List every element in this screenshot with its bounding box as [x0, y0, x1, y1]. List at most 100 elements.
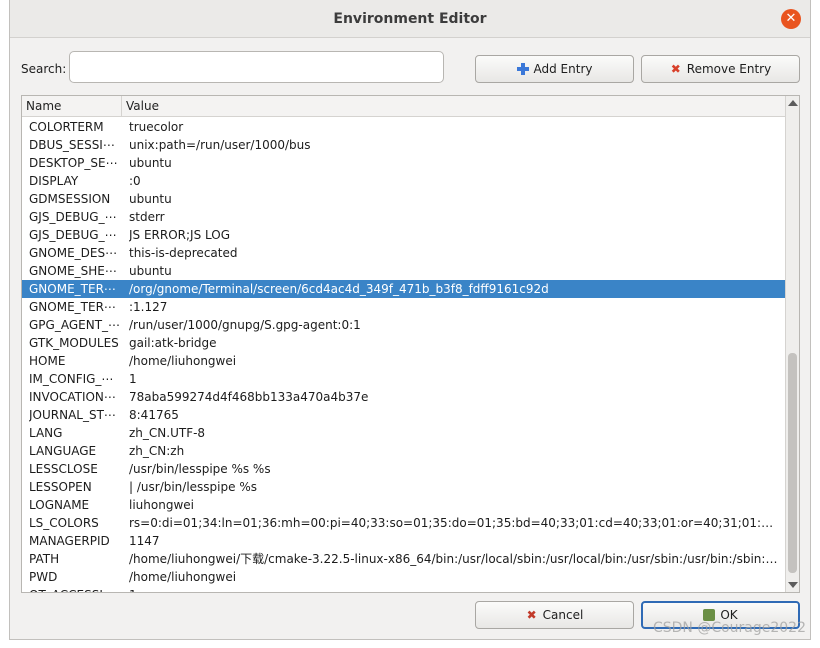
row-name-cell: LS_COLORS — [29, 516, 99, 530]
cancel-label: Cancel — [542, 608, 584, 622]
row-value-cell: JS ERROR;JS LOG — [129, 228, 231, 242]
plus-icon — [516, 63, 529, 75]
search-input[interactable] — [69, 51, 444, 83]
cancel-icon: ✖ — [526, 608, 537, 622]
row-value-cell: zh_CN:zh — [129, 444, 185, 458]
table-row[interactable]: DESKTOP_SE⋯ ubuntu — [22, 154, 785, 172]
row-name-cell: GNOME_SHE⋯ — [29, 264, 117, 278]
row-value-cell: /usr/bin/lesspipe %s %s — [129, 462, 271, 476]
table-row[interactable]: INVOCATION⋯ 78aba599274d4f468bb133a470a4b… — [22, 388, 785, 406]
close-icon: ✕ — [785, 11, 797, 26]
vertical-scrollbar[interactable] — [785, 96, 799, 592]
row-value-cell: liuhongwei — [129, 498, 194, 512]
row-name-cell: DISPLAY — [29, 174, 79, 188]
table-row[interactable]: COLORTERM truecolor — [22, 118, 785, 136]
table-body: COLORTERM truecolor DBUS_SESSI⋯ unix:path=/… — [22, 118, 785, 592]
table-row[interactable]: MANAGERPID 1147 — [22, 532, 785, 550]
row-name-cell: GNOME_TER⋯ — [29, 282, 116, 296]
cancel-button[interactable]: ✖ Cancel — [475, 601, 634, 629]
table-row[interactable]: GPG_AGENT_⋯ /run/user/1000/gnupg/S.gpg-ag… — [22, 316, 785, 334]
remove-entry-button[interactable]: ✖ Remove Entry — [641, 55, 800, 83]
table-row[interactable]: LS_COLORS rs=0:di=01;34:ln=01;36:mh=00:pi… — [22, 514, 785, 532]
row-value-cell: :0 — [129, 174, 141, 188]
row-name-cell: LESSOPEN — [29, 480, 92, 494]
table-row[interactable]: GNOME_TER⋯ /org/gnome/Terminal/screen/6cd… — [22, 280, 785, 298]
remove-entry-label: Remove Entry — [686, 62, 772, 76]
table-row[interactable]: GNOME_DES⋯ this-is-deprecated — [22, 244, 785, 262]
table-row[interactable]: LANG zh_CN.UTF-8 — [22, 424, 785, 442]
row-name-cell: GTK_MODULES — [29, 336, 119, 350]
table-row[interactable]: GJS_DEBUG_⋯ stderr — [22, 208, 785, 226]
table-row[interactable]: LESSOPEN | /usr/bin/lesspipe %s — [22, 478, 785, 496]
table-row[interactable]: GTK_MODULES gail:atk-bridge — [22, 334, 785, 352]
row-value-cell: | /usr/bin/lesspipe %s — [129, 480, 257, 494]
row-name-cell: INVOCATION⋯ — [29, 390, 116, 404]
row-value-cell: gail:atk-bridge — [129, 336, 217, 350]
row-name-cell: LANGUAGE — [29, 444, 97, 458]
close-button[interactable]: ✕ — [781, 9, 801, 29]
row-value-cell: 8:41765 — [129, 408, 179, 422]
table-row[interactable]: HOME/home/liuhongwei — [22, 352, 785, 370]
row-value-cell: 1147 — [129, 534, 160, 548]
row-name-cell: GJS_DEBUG_⋯ — [29, 228, 117, 242]
table-row[interactable]: GNOME_TER⋯ :1.127 — [22, 298, 785, 316]
row-name-cell: MANAGERPID — [29, 534, 110, 548]
table-row[interactable]: GNOME_SHE⋯ ubuntu — [22, 262, 785, 280]
row-name-cell: GNOME_TER⋯ — [29, 300, 116, 314]
table-row[interactable]: LOGNAME liuhongwei — [22, 496, 785, 514]
table-row[interactable]: GDMSESSION ubuntu — [22, 190, 785, 208]
table-row[interactable]: LESSCLOSE/usr/bin/lesspipe %s %s — [22, 460, 785, 478]
row-name-cell: DBUS_SESSI⋯ — [29, 138, 115, 152]
environment-table: Name Value COLORTERM truecolor DBUS_SESSI⋯… — [21, 95, 800, 593]
row-value-cell: this-is-deprecated — [129, 246, 238, 260]
row-value-cell: /home/liuhongwei — [129, 570, 237, 584]
row-value-cell: ubuntu — [129, 192, 172, 206]
add-entry-button[interactable]: Add Entry — [475, 55, 634, 83]
row-value-cell: rs=0:di=01;34:ln=01;36:mh=00:pi=40;33:so… — [129, 516, 781, 530]
remove-icon: ✖ — [670, 62, 681, 76]
scroll-up-arrow-icon[interactable] — [788, 100, 798, 106]
row-name-cell: GPG_AGENT_⋯ — [29, 318, 121, 332]
row-value-cell: stderr — [129, 210, 165, 224]
table-row[interactable]: PWD/home/liuhongwei — [22, 568, 785, 586]
table-row[interactable]: JOURNAL_ST⋯ 8:41765 — [22, 406, 785, 424]
row-name-cell: COLORTERM — [29, 120, 104, 134]
row-value-cell: 1 — [129, 586, 781, 592]
scrollbar-thumb[interactable] — [788, 353, 797, 573]
environment-editor-window: Environment Editor ✕ Search: Add Entry ✖… — [9, 0, 811, 640]
table-header: Name Value — [22, 96, 785, 117]
row-value-cell: /home/liuhongwei — [129, 354, 237, 368]
scroll-down-arrow-icon[interactable] — [788, 582, 798, 588]
column-header-value[interactable]: Value — [122, 96, 785, 117]
row-name-cell: GDMSESSION — [29, 192, 111, 206]
table-row[interactable]: DBUS_SESSI⋯ unix:path=/run/user/1000/bus — [22, 136, 785, 154]
row-value-cell: unix:path=/run/user/1000/bus — [129, 138, 311, 152]
row-name-cell: DESKTOP_SE⋯ — [29, 156, 118, 170]
row-name-cell: PATH — [29, 552, 60, 566]
table-row[interactable]: LANGUAGE zh_CN:zh — [22, 442, 785, 460]
row-name-cell: LOGNAME — [29, 498, 90, 512]
row-name-cell: IM_CONFIG_⋯ — [29, 372, 114, 386]
row-value-cell: ubuntu — [129, 264, 172, 278]
title-bar[interactable]: Environment Editor ✕ — [10, 0, 810, 38]
row-value-cell: truecolor — [129, 120, 184, 134]
table-row[interactable]: PATH/home/liuhongwei/下载/cmake-3.22.5-lin… — [22, 550, 785, 568]
row-name-cell: JOURNAL_ST⋯ — [29, 408, 116, 422]
row-value-cell: /run/user/1000/gnupg/S.gpg-agent:0:1 — [129, 318, 361, 332]
window-title: Environment Editor — [333, 11, 487, 27]
row-name-cell: PWD — [29, 570, 58, 584]
row-value-cell: /home/liuhongwei/下载/cmake-3.22.5-linux-x… — [129, 552, 781, 566]
row-name-cell: QT_ACCESSI⋯ — [29, 586, 122, 592]
table-row[interactable]: GJS_DEBUG_⋯ JS ERROR;JS LOG — [22, 226, 785, 244]
table-row[interactable]: IM_CONFIG_⋯ 1 — [22, 370, 785, 388]
column-header-name[interactable]: Name — [22, 96, 122, 117]
row-name-cell: HOME — [29, 354, 66, 368]
table-row[interactable]: DISPLAY :0 — [22, 172, 785, 190]
watermark: CSDN @Courage2022 — [652, 620, 806, 636]
row-value-cell: /org/gnome/Terminal/screen/6cd4ac4d_349f… — [129, 282, 549, 296]
row-name-cell: LESSCLOSE — [29, 462, 98, 476]
row-value-cell: 78aba599274d4f468bb133a470a4b37e — [129, 390, 369, 404]
table-row[interactable]: QT_ACCESSI⋯ 1 — [22, 586, 785, 592]
row-value-cell: ubuntu — [129, 156, 172, 170]
row-value-cell: :1.127 — [129, 300, 168, 314]
